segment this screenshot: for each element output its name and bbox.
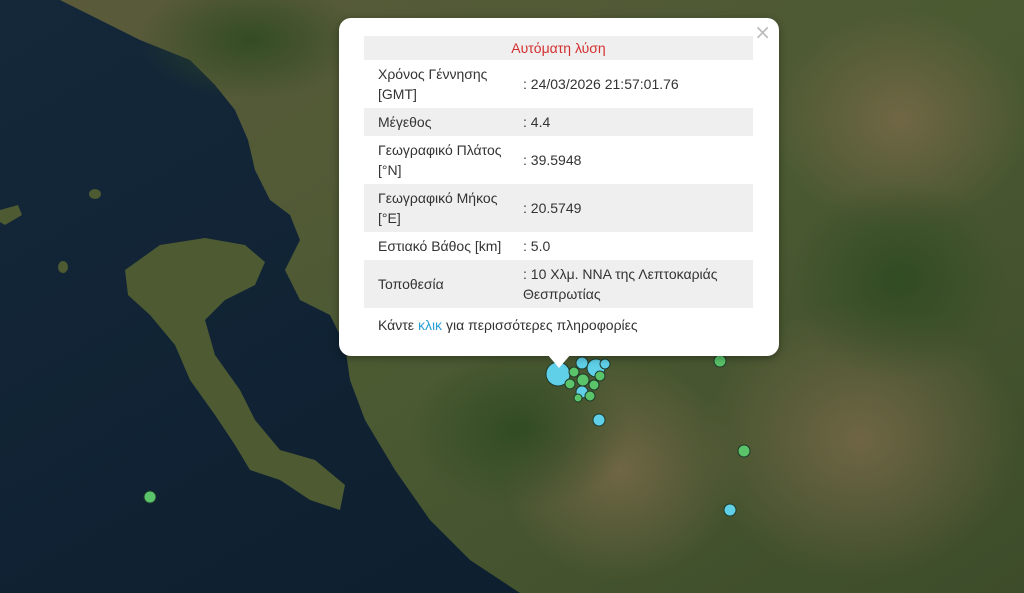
quake-marker[interactable] (592, 413, 606, 427)
longitude-label: Γεωγραφικό Μήκος [°E] (364, 184, 519, 232)
quake-marker[interactable] (584, 390, 596, 402)
latitude-value: : 39.5948 (523, 152, 582, 168)
more-info-suffix: για περισσότερες πληροφορίες (445, 317, 638, 333)
solution-type-header: Αυτόματη λύση (364, 36, 753, 60)
quake-marker[interactable] (737, 444, 751, 458)
table-row: Τοποθεσία : 10 Χλμ. ΝΝΑ της Λεπτοκαριάς … (364, 260, 753, 308)
longitude-value: : 20.5749 (519, 184, 753, 232)
quake-marker[interactable] (573, 393, 583, 403)
table-row: Γεωγραφικό Μήκος [°E] : 20.5749 (364, 184, 753, 232)
quake-marker[interactable] (564, 378, 576, 390)
quake-marker[interactable] (723, 503, 737, 517)
more-info-line: Κάντε κλικ για περισσότερες πληροφορίες (378, 317, 638, 333)
quake-marker[interactable] (588, 379, 600, 391)
quake-marker[interactable] (599, 358, 611, 370)
quake-marker[interactable] (143, 490, 157, 504)
quake-marker[interactable] (575, 356, 589, 370)
earthquake-info-popup: × Αυτόματη λύση Χρόνος Γέννησης [GMT] : … (339, 18, 779, 356)
location-label: Τοποθεσία (364, 260, 519, 308)
table-row: Χρόνος Γέννησης [GMT] : 24/03/2026 21:57… (364, 60, 753, 108)
close-icon[interactable]: × (754, 22, 771, 42)
table-row: Γεωγραφικό Πλάτος [°N] : 39.5948 (364, 136, 753, 184)
more-info-prefix: Κάντε (378, 317, 415, 333)
depth-value: : 5.0 (523, 238, 551, 254)
location-value: : 10 Χλμ. ΝΝΑ της Λεπτοκαριάς Θεσπρωτίας (519, 260, 753, 308)
quake-marker[interactable] (713, 354, 727, 368)
depth-label: Εστιακό Βάθος [km] (378, 238, 502, 254)
latitude-label: Γεωγραφικό Πλάτος [°N] (378, 142, 502, 178)
table-row: Μέγεθος : 4.4 (364, 108, 753, 136)
quake-marker[interactable] (568, 366, 580, 378)
more-info-link[interactable]: κλικ (418, 317, 442, 333)
earthquake-details-table: Αυτόματη λύση Χρόνος Γέννησης [GMT] : 24… (364, 36, 753, 308)
quake-marker[interactable] (576, 373, 590, 387)
quake-marker[interactable] (594, 370, 606, 382)
popup-pointer (547, 354, 571, 368)
table-row: Εστιακό Βάθος [km] : 5.0 (364, 232, 753, 260)
magnitude-label: Μέγεθος (364, 108, 519, 136)
islet (89, 189, 101, 199)
origin-time-value: : 24/03/2026 21:57:01.76 (523, 76, 679, 92)
magnitude-value: : 4.4 (519, 108, 753, 136)
origin-time-label: Χρόνος Γέννησης [GMT] (378, 66, 488, 102)
terrain-green (790, 180, 1010, 380)
islet (58, 261, 68, 273)
popup-header-row: Αυτόματη λύση (364, 36, 753, 60)
